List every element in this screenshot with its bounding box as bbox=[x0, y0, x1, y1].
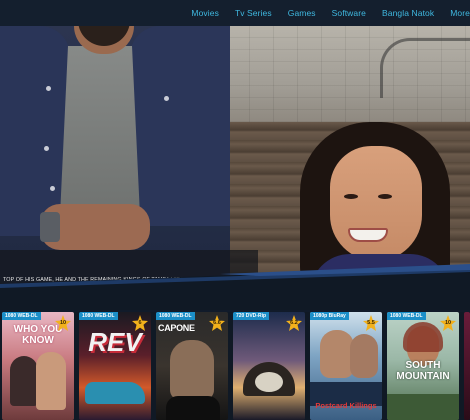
poster-foliage bbox=[387, 394, 459, 420]
poster-face bbox=[320, 330, 354, 378]
nav-item-movies[interactable]: Movies bbox=[191, 8, 219, 18]
poster-car bbox=[85, 382, 145, 404]
page: Movies Tv Series Games Software Bangla N… bbox=[0, 0, 470, 420]
quality-badge: 1080 WEB-DL bbox=[156, 312, 195, 320]
woman-smile bbox=[348, 228, 388, 242]
nav-item-software[interactable]: Software bbox=[332, 8, 366, 18]
poster-card[interactable]: 1080 WEB-DL 10 WHO YOU KNOW bbox=[2, 312, 74, 420]
quality-badge: 1080 WEB-DL bbox=[2, 312, 41, 320]
quality-badge: 1080 WEB-DL bbox=[387, 312, 426, 320]
woman-eye-right bbox=[378, 194, 392, 199]
quality-badge: 720 DVD-Rip bbox=[233, 312, 270, 320]
hero-woman-face bbox=[330, 146, 422, 261]
nav-item-games[interactable]: Games bbox=[288, 8, 316, 18]
nav-item-tv-series[interactable]: Tv Series bbox=[235, 8, 272, 18]
rating-badge: 5.5 bbox=[363, 315, 379, 331]
poster-figure bbox=[10, 356, 38, 406]
poster-card-partial[interactable] bbox=[464, 312, 470, 420]
quality-badge: 1080p BluRay bbox=[310, 312, 349, 320]
poster-title: Postcard Killings bbox=[315, 401, 377, 410]
poster-card[interactable]: 1080p BluRay 5.5 Postcard Killings bbox=[310, 312, 382, 420]
poster-card[interactable]: 1080 WEB-DL 6.6 CAPONE bbox=[156, 312, 228, 420]
poster-figure bbox=[36, 352, 66, 410]
poster-card[interactable]: 1080 WEB-DL 6 REV bbox=[79, 312, 151, 420]
poster-title: CAPONE bbox=[158, 323, 195, 333]
poster-title: SOUTH MOUNTAIN bbox=[396, 360, 450, 382]
rating-value: 6 bbox=[138, 320, 142, 326]
poster-skull bbox=[255, 372, 283, 392]
man-jacket-right bbox=[130, 26, 230, 226]
hero-slant-divider bbox=[0, 264, 470, 310]
nav-item-more[interactable]: More bbox=[450, 8, 470, 18]
top-navigation: Movies Tv Series Games Software Bangla N… bbox=[0, 0, 470, 26]
hero-banner[interactable]: TOP OF HIS GAME, HE AND THE REMAINING KI… bbox=[0, 26, 470, 294]
poster-hair bbox=[403, 322, 443, 352]
rating-value: 5.5 bbox=[367, 320, 375, 326]
rating-value: 6.6 bbox=[213, 320, 221, 326]
poster-title: REV bbox=[88, 327, 142, 357]
rating-badge: 6.6 bbox=[209, 315, 225, 331]
man-shirt bbox=[60, 46, 140, 216]
rating-badge: 10 bbox=[440, 315, 456, 331]
poster-face bbox=[350, 334, 378, 378]
poster-face bbox=[170, 340, 214, 400]
man-watch bbox=[40, 212, 60, 242]
rating-value: 10 bbox=[444, 320, 452, 326]
nav-menu: Movies Tv Series Games Software Bangla N… bbox=[191, 0, 470, 26]
poster-card[interactable]: 1080 WEB-DL 10 SOUTH MOUNTAIN bbox=[387, 312, 459, 420]
quality-badge: 1080 WEB-DL bbox=[79, 312, 118, 320]
hero-pipe bbox=[380, 38, 470, 98]
rating-badge: 10 bbox=[55, 315, 71, 331]
nav-item-bangla-natok[interactable]: Bangla Natok bbox=[382, 8, 434, 18]
rating-badge: 6.2 bbox=[286, 315, 302, 331]
woman-eye-left bbox=[344, 194, 358, 199]
rating-value: 6.2 bbox=[290, 320, 298, 326]
poster-suit bbox=[166, 396, 220, 420]
rating-value: 10 bbox=[59, 320, 67, 326]
poster-card[interactable]: 720 DVD-Rip 6.2 bbox=[233, 312, 305, 420]
rating-badge: 6 bbox=[132, 315, 148, 331]
